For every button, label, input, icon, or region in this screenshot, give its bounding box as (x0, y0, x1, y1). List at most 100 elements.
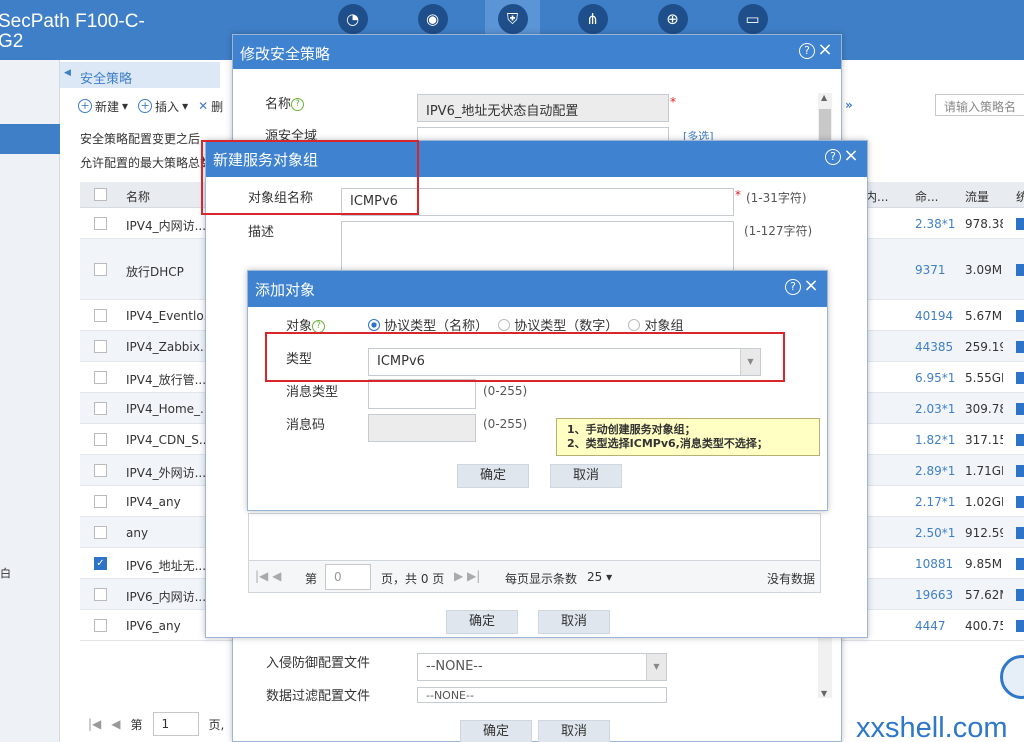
row-hits[interactable]: 2.89*1 (915, 464, 955, 478)
nav-globe[interactable]: ⊕ (645, 0, 700, 38)
row-checkbox[interactable] (94, 217, 107, 230)
expand-icon[interactable]: » (845, 98, 853, 112)
toolbar: + 新建 ▾ + 插入 ▾ ✕ 删 (78, 94, 223, 118)
row-stats-checkbox[interactable] (1016, 465, 1024, 477)
row-checkbox[interactable] (94, 495, 107, 508)
prev-page-icon[interactable]: ◀ (111, 717, 120, 731)
row-name: IPV4_CDN_S... (126, 433, 211, 447)
nav-system[interactable]: ▭ (725, 0, 780, 38)
ok-button[interactable]: 确定 (457, 464, 529, 488)
ips-select[interactable]: --NONE-- ▼ (417, 653, 667, 681)
help-icon[interactable]: ? (825, 149, 841, 165)
nav-dashboard[interactable]: ◔ (325, 0, 380, 38)
page-input[interactable]: 1 (152, 712, 199, 736)
close-icon[interactable]: × (843, 147, 859, 165)
msg-code-hint: (0-255) (483, 417, 528, 431)
msg-type-field[interactable] (368, 379, 476, 409)
row-hits[interactable]: 4447 (915, 619, 946, 633)
row-checkbox[interactable] (94, 309, 107, 322)
new-button[interactable]: + 新建 ▾ (78, 98, 128, 115)
help-icon[interactable]: ? (799, 43, 815, 59)
first-page-icon[interactable]: |◀ ◀ (255, 569, 281, 583)
row-checkbox[interactable] (94, 588, 107, 601)
row-checkbox[interactable] (94, 371, 107, 384)
row-name: IPV4_any (126, 495, 181, 509)
row-checkbox[interactable]: ✓ (94, 557, 107, 570)
collapse-icon[interactable]: ◀ (64, 68, 71, 78)
row-hits[interactable]: 2.38*1 (915, 217, 955, 231)
search-input[interactable]: 请输入策略名 (935, 94, 1024, 116)
col-hits: 命... (915, 190, 939, 204)
row-hits[interactable]: 10881 (915, 557, 953, 571)
row-checkbox[interactable] (94, 619, 107, 632)
desc-field[interactable] (341, 221, 734, 271)
row-checkbox[interactable] (94, 263, 107, 276)
sidebar-active-item[interactable] (0, 124, 60, 154)
row-checkbox[interactable] (94, 526, 107, 539)
row-traffic: 3.09M (965, 263, 1003, 277)
ok-button[interactable]: 确定 (460, 720, 532, 742)
row-hits[interactable]: 6.95*1 (915, 371, 955, 385)
next-page-icon[interactable]: ▶ ▶| (454, 569, 480, 583)
row-hits[interactable]: 19663 (915, 588, 953, 602)
dialog-title: 添加对象 (255, 281, 316, 299)
row-hits[interactable]: 2.17*1 (915, 495, 955, 509)
nav-network[interactable]: ⋔ (565, 0, 620, 38)
row-stats-checkbox[interactable] (1016, 403, 1024, 415)
dfilter-select[interactable]: --NONE-- (417, 687, 667, 703)
row-stats-checkbox[interactable] (1016, 264, 1024, 276)
select-all-checkbox[interactable] (94, 188, 107, 201)
insert-button[interactable]: + 插入 ▾ (138, 98, 188, 115)
info-text-1: 安全策略配置变更之后 (80, 132, 201, 146)
row-hits[interactable]: 2.03*1 (915, 402, 955, 416)
delete-button[interactable]: ✕ 删 (198, 98, 223, 115)
network-icon: ⋔ (577, 4, 608, 34)
cancel-button[interactable]: 取消 (538, 610, 610, 634)
row-stats-checkbox[interactable] (1016, 372, 1024, 384)
row-stats-checkbox[interactable] (1016, 589, 1024, 601)
first-page-icon[interactable]: |◀ (88, 717, 101, 731)
row-hits[interactable]: 2.50*1 (915, 526, 955, 540)
row-hits[interactable]: 44385 (915, 340, 953, 354)
name-field[interactable]: IPV6_地址无状态自动配置 (417, 94, 669, 122)
close-icon[interactable]: × (817, 41, 833, 59)
nav-policy[interactable]: ⛨ (485, 0, 540, 38)
row-stats-checkbox[interactable] (1016, 527, 1024, 539)
col-stats: 统 (1016, 190, 1024, 204)
annotation-note: 1、手动创建服务对象组； 2、类型选择ICMPv6,消息类型不选择； (556, 418, 820, 456)
row-checkbox[interactable] (94, 340, 107, 353)
row-stats-checkbox[interactable] (1016, 558, 1024, 570)
row-stats-checkbox[interactable] (1016, 341, 1024, 353)
row-checkbox[interactable] (94, 402, 107, 415)
msg-code-label: 消息码 (286, 418, 326, 433)
system-icon: ▭ (737, 4, 768, 34)
required-mark: * (670, 95, 676, 109)
row-stats-checkbox[interactable] (1016, 434, 1024, 446)
row-stats-checkbox[interactable] (1016, 620, 1024, 632)
col-name: 名称 (126, 190, 151, 204)
help-icon[interactable]: ? (291, 98, 305, 111)
per-page-select[interactable]: 25 ▾ (587, 570, 612, 584)
row-hits[interactable]: 1.82*1 (915, 433, 955, 447)
object-list: |◀ ◀ 第 0 页，共 0 页 ▶ ▶| 每页显示条数 25 ▾ 没有数据 (248, 513, 821, 593)
row-stats-checkbox[interactable] (1016, 496, 1024, 508)
page-input[interactable]: 0 (325, 564, 371, 590)
row-stats-checkbox[interactable] (1016, 218, 1024, 230)
add-object-dialog: 添加对象 ? × 对象? 协议类型（名称） 协议类型（数字） 对象组 类型 ICM… (247, 270, 828, 511)
cancel-button[interactable]: 取消 (538, 720, 610, 742)
close-icon[interactable]: × (803, 277, 819, 295)
nav-monitor[interactable]: ◉ (405, 0, 460, 38)
help-icon[interactable]: ? (785, 279, 801, 295)
tab-security-policy[interactable]: ◀ 安全策略 (60, 62, 220, 88)
row-stats-checkbox[interactable] (1016, 310, 1024, 322)
row-name: IPV4_外网访... (126, 466, 207, 480)
row-hits[interactable]: 9371 (915, 263, 946, 277)
delete-icon: ✕ (198, 99, 209, 113)
row-name: 放行DHCP (126, 265, 184, 279)
row-checkbox[interactable] (94, 433, 107, 446)
row-hits[interactable]: 40194 (915, 309, 953, 323)
ok-button[interactable]: 确定 (446, 610, 518, 634)
row-checkbox[interactable] (94, 464, 107, 477)
msg-code-field[interactable] (368, 414, 476, 442)
cancel-button[interactable]: 取消 (550, 464, 622, 488)
